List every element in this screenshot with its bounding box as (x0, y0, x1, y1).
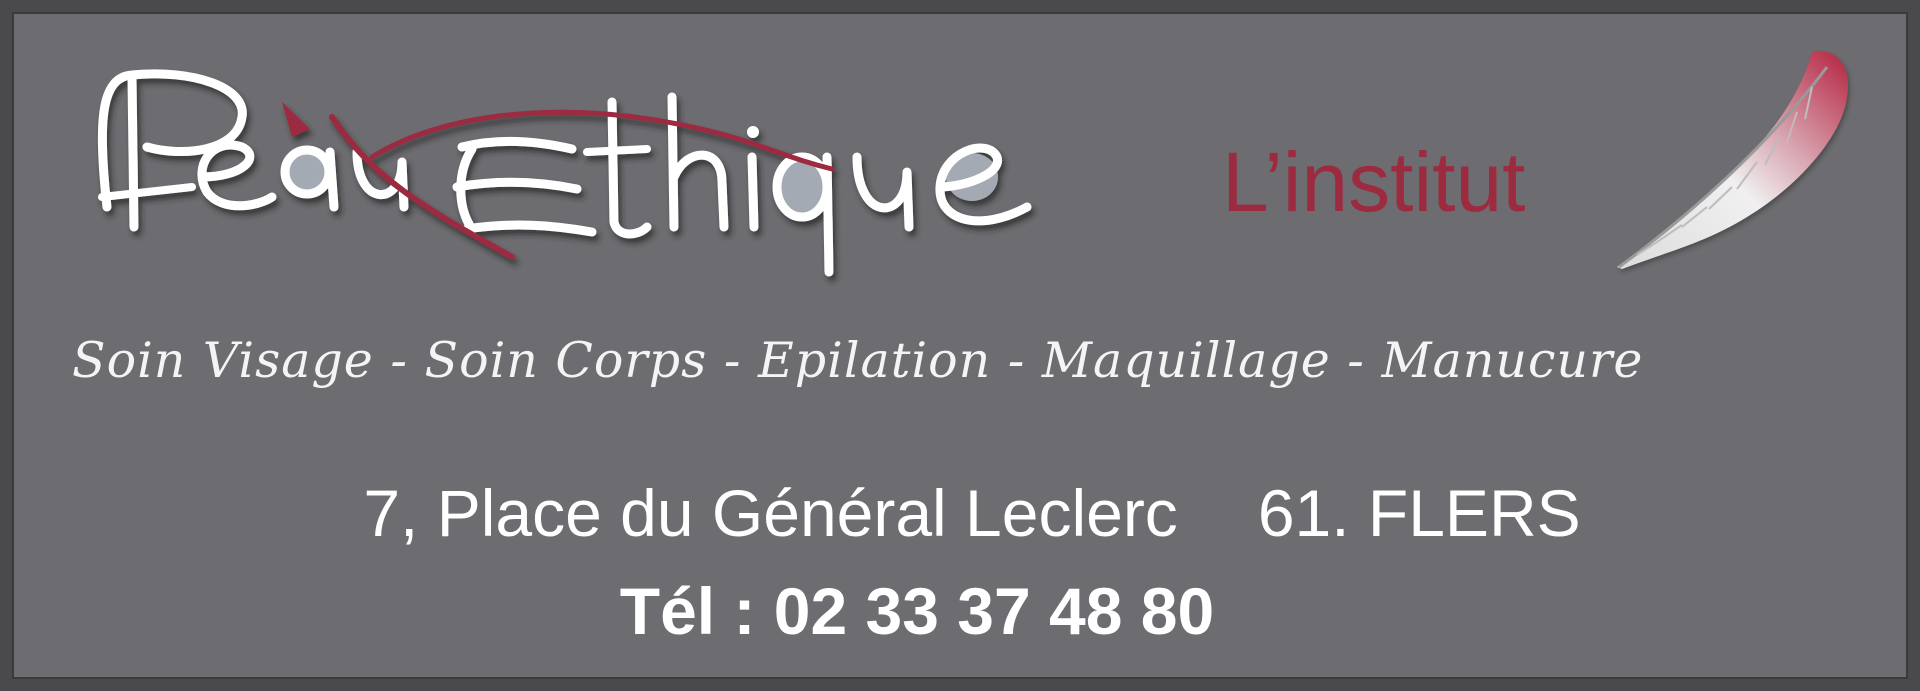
brand-logo (97, 69, 1032, 277)
banner: L’institut Soin Visage - Soin Corps - Ep… (0, 0, 1920, 691)
services-list: Soin Visage - Soin Corps - Epilation - M… (72, 332, 1644, 389)
phone-line: Tél : 02 33 37 48 80 (12, 578, 1920, 644)
address-line: 7, Place du Général Leclerc 61. FLERS (12, 480, 1920, 546)
phone-label: Tél : (619, 574, 774, 648)
feather-icon (1617, 51, 1848, 269)
institut-label: L’institut (1222, 135, 1526, 229)
phone-number[interactable]: 02 33 37 48 80 (774, 574, 1214, 648)
city: 61. FLERS (1257, 476, 1581, 550)
street-address: 7, Place du Général Leclerc (363, 476, 1178, 550)
